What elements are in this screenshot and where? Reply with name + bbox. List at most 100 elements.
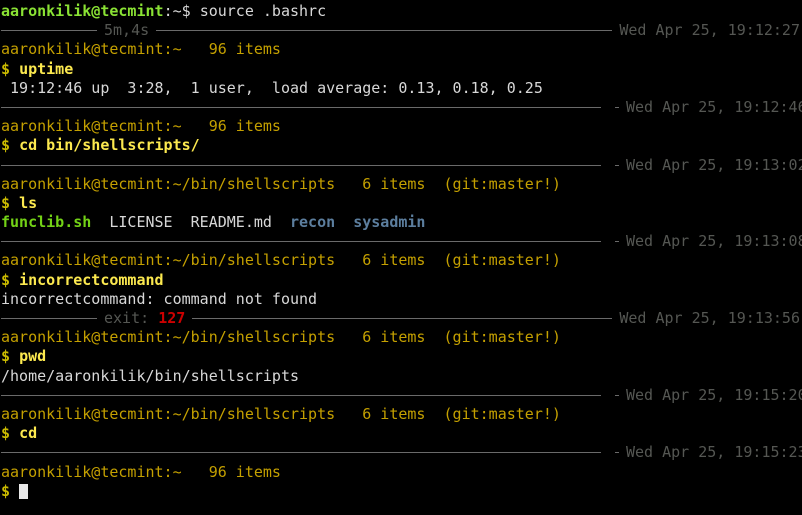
timestamp: Wed Apr 25, 19:13:08 — [626, 232, 802, 251]
command-text: ls — [19, 194, 37, 212]
separator-rule-right — [615, 395, 619, 396]
timestamp-text: Wed Apr 25, 19:12:46 — [626, 98, 802, 116]
timestamp-text: Wed Apr 25, 19:15:20 — [626, 386, 802, 404]
separator-rule-left — [1, 241, 601, 242]
separator-rule-right — [615, 107, 619, 108]
prompt-user-host: aaronkilik@tecmint — [1, 2, 164, 20]
timestamp: Wed Apr 25, 19:15:23 — [626, 443, 802, 462]
ls-entry-file[interactable]: README.md — [191, 213, 272, 231]
prompt-context-line: aaronkilik@tecmint:~/bin/shellscripts 6 … — [1, 175, 802, 194]
timestamp-text: Wed Apr 25, 19:12:27 — [619, 21, 800, 39]
terminal-window[interactable]: aaronkilik@tecmint:~$ source .bashrc5m,4… — [0, 0, 802, 515]
command-text: pwd — [19, 347, 46, 365]
prompt-item-count: 6 items — [335, 328, 425, 346]
prompt-item-count: 96 items — [182, 463, 281, 481]
command-separator: Wed Apr 25, 19:15:20 — [1, 386, 802, 405]
command-separator: 5m,4s Wed Apr 25, 19:12:27 — [1, 21, 802, 40]
separator-rule-right — [156, 30, 612, 31]
ls-gap — [272, 213, 290, 231]
prompt-user-host-path: aaronkilik@tecmint:~/bin/shellscripts — [1, 251, 335, 269]
prompt-git-branch: (git:master!) — [425, 175, 560, 193]
prompt-git-branch: (git:master!) — [425, 328, 560, 346]
command-line[interactable]: $ pwd — [1, 347, 802, 366]
separator-label: exit: 127 — [104, 309, 185, 328]
ls-entry-directory[interactable]: sysadmin — [353, 213, 425, 231]
prompt-git-branch: (git:master!) — [425, 405, 560, 423]
separator-rule-left — [1, 395, 601, 396]
timestamp: Wed Apr 25, 19:12:27 — [619, 21, 802, 40]
prompt-item-count: 6 items — [335, 175, 425, 193]
command-line[interactable]: $ cd bin/shellscripts/ — [1, 136, 802, 155]
timestamp-text: Wed Apr 25, 19:15:23 — [626, 443, 802, 461]
prompt-context-line: aaronkilik@tecmint:~ 96 items — [1, 117, 802, 136]
ls-entry-directory[interactable]: recon — [290, 213, 335, 231]
active-command-line[interactable]: $ — [1, 482, 802, 501]
terminal-screen[interactable]: aaronkilik@tecmint:~$ source .bashrc5m,4… — [0, 0, 802, 501]
prompt-user-host-path: aaronkilik@tecmint:~ — [1, 117, 182, 135]
command-text: cd bin/shellscripts/ — [19, 136, 200, 154]
output-text: 19:12:46 up 3:28, 1 user, load average: … — [1, 79, 543, 97]
prompt-context-line: aaronkilik@tecmint:~/bin/shellscripts 6 … — [1, 328, 802, 347]
separator-rule-right — [615, 241, 619, 242]
command-separator: Wed Apr 25, 19:13:02 — [1, 156, 802, 175]
prompt-context-line: aaronkilik@tecmint:~ 96 items — [1, 463, 802, 482]
timestamp-text: Wed Apr 25, 19:13:56 — [619, 309, 800, 327]
prompt-git-branch: (git:master!) — [425, 251, 560, 269]
prompt-item-count: 96 items — [182, 40, 281, 58]
prompt-user-host-path: aaronkilik@tecmint:~ — [1, 463, 182, 481]
timestamp-text: Wed Apr 25, 19:13:08 — [626, 232, 802, 250]
ls-gap — [91, 213, 109, 231]
prompt-context-line: aaronkilik@tecmint:~ 96 items — [1, 40, 802, 59]
separator-rule-left — [1, 318, 97, 319]
prompt-dollar-sign: $ — [1, 194, 19, 212]
prompt-context-line: aaronkilik@tecmint:~/bin/shellscripts 6 … — [1, 405, 802, 424]
prompt-item-count: 6 items — [335, 405, 425, 423]
ls-gap — [335, 213, 353, 231]
prompt-dollar-sign: $ — [1, 271, 19, 289]
prompt-line: aaronkilik@tecmint:~$ source .bashrc — [1, 2, 802, 21]
command-text: cd — [19, 424, 37, 442]
timestamp-text: Wed Apr 25, 19:13:02 — [626, 156, 802, 174]
timestamp: Wed Apr 25, 19:12:46 — [626, 98, 802, 117]
command-line[interactable]: $ cd — [1, 424, 802, 443]
command-separator: Wed Apr 25, 19:15:23 — [1, 443, 802, 462]
command-output-line: /home/aaronkilik/bin/shellscripts — [1, 367, 802, 386]
separator-rule-left — [1, 452, 601, 453]
command-line[interactable]: $ incorrectcommand — [1, 271, 802, 290]
command-text: incorrectcommand — [19, 271, 164, 289]
prompt-user-host-path: aaronkilik@tecmint:~/bin/shellscripts — [1, 405, 335, 423]
command-text: uptime — [19, 60, 73, 78]
command-separator: Wed Apr 25, 19:13:08 — [1, 232, 802, 251]
prompt-path-dollar: :~$ — [164, 2, 200, 20]
text-cursor — [19, 484, 28, 499]
timestamp: Wed Apr 25, 19:13:02 — [626, 156, 802, 175]
command-output-line: funclib.sh LICENSE README.md recon sysad… — [1, 213, 802, 232]
command-separator: Wed Apr 25, 19:12:46 — [1, 98, 802, 117]
prompt-user-host-path: aaronkilik@tecmint:~/bin/shellscripts — [1, 328, 335, 346]
command-text: source .bashrc — [200, 2, 326, 20]
separator-rule-right — [615, 165, 619, 166]
prompt-dollar-sign: $ — [1, 60, 19, 78]
command-separator: exit: 127 Wed Apr 25, 19:13:56 — [1, 309, 802, 328]
command-line[interactable]: $ ls — [1, 194, 802, 213]
exit-code: 127 — [158, 309, 185, 327]
prompt-dollar-sign: $ — [1, 424, 19, 442]
prompt-item-count: 96 items — [182, 117, 281, 135]
separator-rule-left — [1, 30, 97, 31]
separator-label: 5m,4s — [104, 21, 149, 40]
separator-rule-right — [192, 318, 612, 319]
timestamp: Wed Apr 25, 19:13:56 — [619, 309, 802, 328]
command-output-line: incorrectcommand: command not found — [1, 290, 802, 309]
ls-entry-file[interactable]: LICENSE — [109, 213, 172, 231]
output-text: /home/aaronkilik/bin/shellscripts — [1, 367, 299, 385]
command-line[interactable]: $ uptime — [1, 60, 802, 79]
separator-rule-left — [1, 165, 601, 166]
prompt-dollar-sign: $ — [1, 482, 19, 500]
separator-rule-right — [615, 452, 619, 453]
output-text: incorrectcommand: command not found — [1, 290, 317, 308]
ls-entry-executable[interactable]: funclib.sh — [1, 213, 91, 231]
timestamp: Wed Apr 25, 19:15:20 — [626, 386, 802, 405]
separator-rule-left — [1, 107, 601, 108]
prompt-item-count: 6 items — [335, 251, 425, 269]
prompt-dollar-sign: $ — [1, 347, 19, 365]
